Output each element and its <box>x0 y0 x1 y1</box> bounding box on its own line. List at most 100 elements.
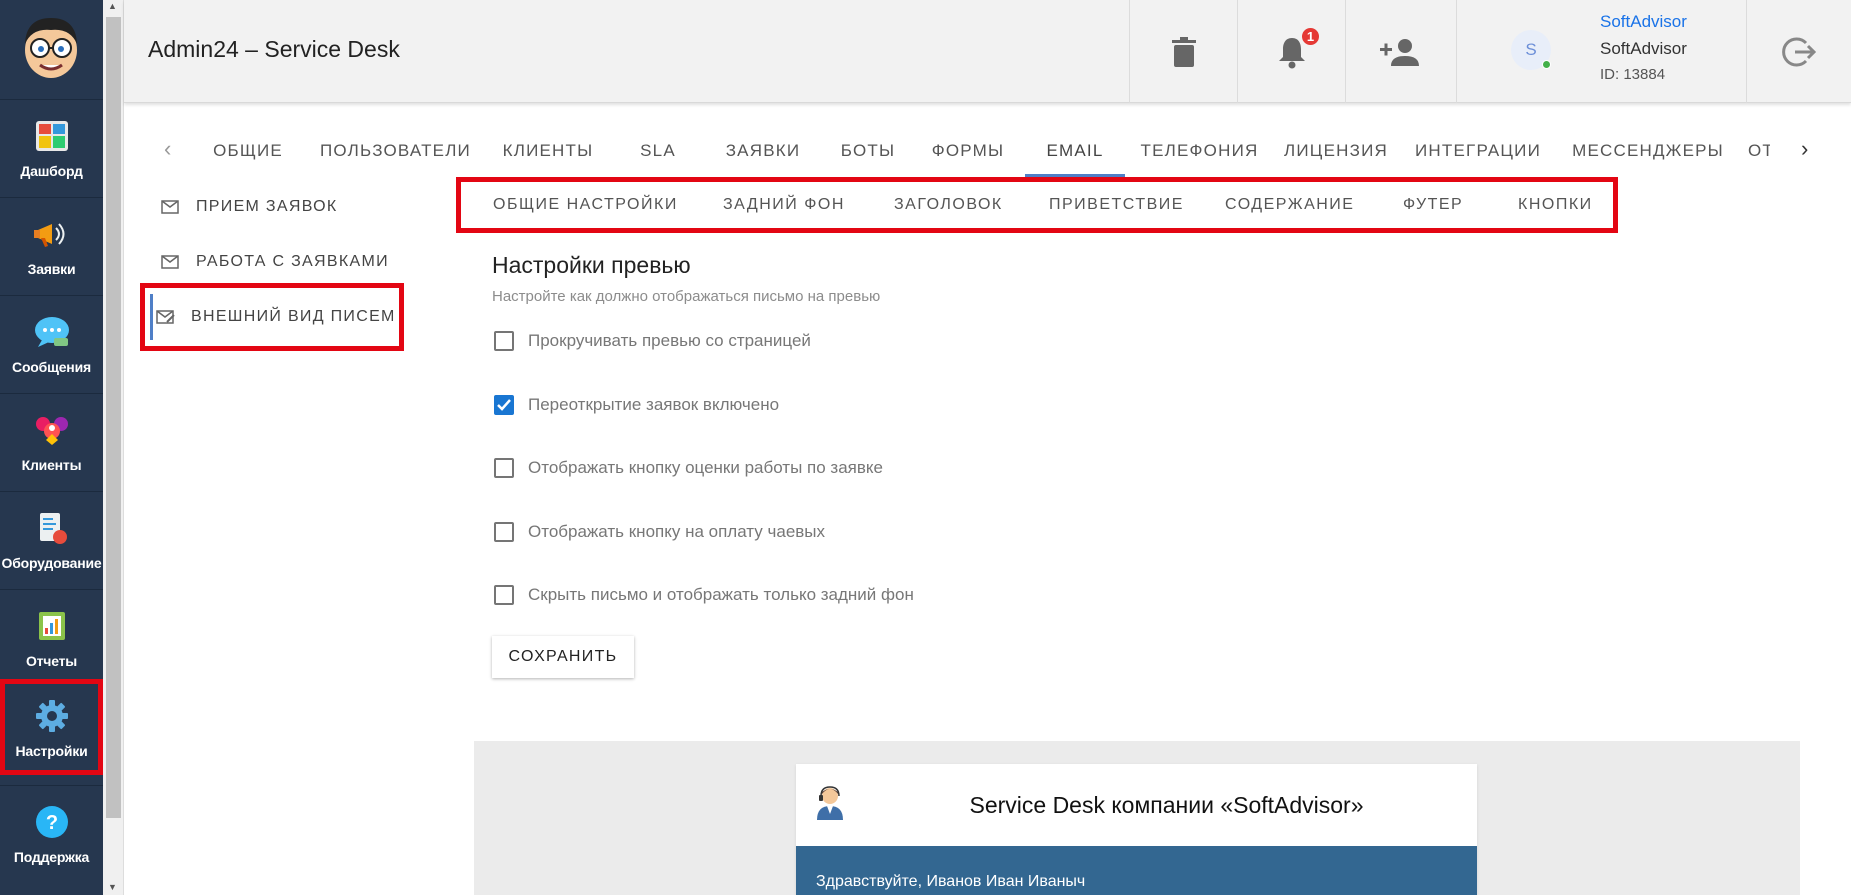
checkbox-checked[interactable] <box>494 395 514 415</box>
add-user-button[interactable] <box>1345 0 1453 103</box>
top-header: Admin24 – Service Desk 1 S SoftAdvisor S… <box>124 0 1851 103</box>
user-profile[interactable]: S SoftAdvisor SoftAdvisor ID: 13884 <box>1456 0 1746 103</box>
chat-bubble-icon <box>33 313 71 351</box>
nav-label: Настройки <box>15 742 88 759</box>
user-name-link[interactable]: SoftAdvisor <box>1600 12 1687 32</box>
tab-overflow[interactable]: От <box>1748 125 1770 177</box>
trash-icon <box>1171 36 1196 67</box>
tab-messengers[interactable]: Мессенджеры <box>1572 125 1723 177</box>
checkbox-label: Переоткрытие заявок включено <box>528 395 780 414</box>
side-item-email-appearance[interactable]: Внешний вид писем <box>140 283 404 351</box>
checkbox-label: Отображать кнопку на оплату чаевых <box>528 522 826 541</box>
subtab-buttons[interactable]: Кнопки <box>1518 182 1593 228</box>
nav-label: Оборудование <box>1 555 102 571</box>
email-preview-header: Service Desk компании «SoftAdvisor» <box>796 764 1477 846</box>
logout-button[interactable] <box>1746 0 1851 103</box>
scrollbar-thumb[interactable] <box>106 17 121 818</box>
user-id: ID: 13884 <box>1600 66 1666 83</box>
logout-icon <box>1782 37 1816 66</box>
subtab-header[interactable]: Заголовок <box>894 182 1003 228</box>
tab-integrations[interactable]: Интеграции <box>1415 125 1540 177</box>
checkbox-label: Скрыть письмо и отображать только задний… <box>528 585 914 604</box>
nav-item-messages[interactable]: Сообщения <box>0 295 103 392</box>
checkbox[interactable] <box>494 331 514 351</box>
tab-bots[interactable]: Боты <box>833 125 903 177</box>
tab-general[interactable]: Общие <box>208 125 288 177</box>
tab-email[interactable]: Email <box>1025 125 1125 177</box>
checkbox-label: Прокручивать превью со страницей <box>528 331 811 350</box>
email-preview: Service Desk компании «SoftAdvisor» Здра… <box>474 741 1800 895</box>
option-hide-letter[interactable]: Скрыть письмо и отображать только задний… <box>494 583 914 607</box>
nav-item-clients[interactable]: Клиенты <box>0 393 103 490</box>
nav-label: Отчеты <box>25 653 78 669</box>
envelope-icon <box>160 253 182 271</box>
tab-requests[interactable]: Заявки <box>718 125 808 177</box>
scroll-down-arrow-icon[interactable]: ▼ <box>108 882 117 892</box>
nav-item-equipment[interactable]: Оборудование <box>0 491 103 588</box>
tab-telephony[interactable]: Телефония <box>1141 125 1258 177</box>
subtab-background[interactable]: Задний фон <box>723 182 845 228</box>
checkbox-label: Отображать кнопку оценки работы по заявк… <box>528 458 883 477</box>
checkbox[interactable] <box>494 522 514 542</box>
checkbox[interactable] <box>494 585 514 605</box>
side-item-label: Внешний вид писем <box>191 308 396 325</box>
side-item-work-with-requests[interactable]: Работа с заявками <box>146 236 396 288</box>
email-preview-title: Service Desk компании «SoftAdvisor» <box>969 792 1364 818</box>
gear-icon <box>33 697 71 735</box>
email-preview-card: Service Desk компании «SoftAdvisor» Здра… <box>796 764 1477 895</box>
nav-label: Клиенты <box>21 457 82 473</box>
option-reopen-requests[interactable]: Переоткрытие заявок включено <box>494 393 779 417</box>
tab-sla[interactable]: SLA <box>628 125 688 177</box>
tab-forms[interactable]: Формы <box>928 125 1008 177</box>
checkmark-icon <box>497 399 511 411</box>
app-title: Admin24 – Service Desk <box>148 36 400 62</box>
nav-label: Сообщения <box>12 359 91 375</box>
tab-license[interactable]: Лицензия <box>1284 125 1387 177</box>
subtab-greeting[interactable]: Приветствие <box>1049 182 1184 228</box>
svg-text:?: ? <box>45 812 57 834</box>
vertical-scrollbar[interactable]: ▲ ▼ <box>103 0 124 895</box>
settings-tabs: Общие Пользователи Клиенты SLA Заявки Бо… <box>148 125 1828 177</box>
section-subtitle: Настройте как должно отображаться письмо… <box>492 288 881 305</box>
nav-item-reports[interactable]: Отчеты <box>0 589 103 686</box>
tabs-scroll-right-icon[interactable]: › <box>1801 136 1808 162</box>
add-user-icon <box>1379 38 1419 66</box>
nav-label: Дашборд <box>20 163 83 179</box>
trash-button[interactable] <box>1129 0 1237 103</box>
help-icon: ? <box>33 803 71 841</box>
side-item-receive-requests[interactable]: Прием заявок <box>146 181 396 233</box>
left-navigation: Дашборд Заявки Сообщения Клиенты Оборудо… <box>0 0 103 895</box>
side-item-label: Прием заявок <box>196 198 338 215</box>
online-status-dot <box>1542 60 1551 69</box>
subtab-content[interactable]: Содержание <box>1225 182 1354 228</box>
subtab-general-settings[interactable]: Общие настройки <box>493 182 678 228</box>
reports-icon <box>33 607 71 645</box>
nav-item-support[interactable]: ? Поддержка <box>0 785 103 882</box>
option-rating-button[interactable]: Отображать кнопку оценки работы по заявк… <box>494 456 883 480</box>
tab-clients[interactable]: Клиенты <box>498 125 598 177</box>
option-tips-button[interactable]: Отображать кнопку на оплату чаевых <box>494 520 825 544</box>
active-indicator <box>150 294 153 340</box>
mascot-logo[interactable] <box>18 10 84 80</box>
dashboard-icon <box>33 117 71 155</box>
notifications-button[interactable]: 1 <box>1237 0 1345 103</box>
envelope-icon <box>160 198 182 216</box>
equipment-icon <box>33 509 71 547</box>
subtab-footer[interactable]: Футер <box>1403 182 1463 228</box>
nav-label: Поддержка <box>13 849 90 865</box>
section-title: Настройки превью <box>492 252 691 278</box>
tab-users[interactable]: Пользователи <box>320 125 470 177</box>
email-preview-greeting: Здравствуйте, Иванов Иван Иваныч <box>816 873 1086 890</box>
save-button[interactable]: Сохранить <box>492 636 634 678</box>
megaphone-icon <box>33 215 71 253</box>
nav-item-settings[interactable]: Настройки <box>0 679 103 775</box>
email-preview-greeting-band: Здравствуйте, Иванов Иван Иваныч <box>796 846 1477 895</box>
checkbox[interactable] <box>494 458 514 478</box>
scroll-up-arrow-icon[interactable]: ▲ <box>108 1 117 11</box>
nav-label: Заявки <box>27 261 76 277</box>
option-scroll-preview[interactable]: Прокручивать превью со страницей <box>494 329 811 353</box>
envelope-edit-icon <box>155 308 177 326</box>
nav-item-requests[interactable]: Заявки <box>0 197 103 294</box>
nav-item-dashboard[interactable]: Дашборд <box>0 99 103 196</box>
user-company: SoftAdvisor <box>1600 39 1687 58</box>
